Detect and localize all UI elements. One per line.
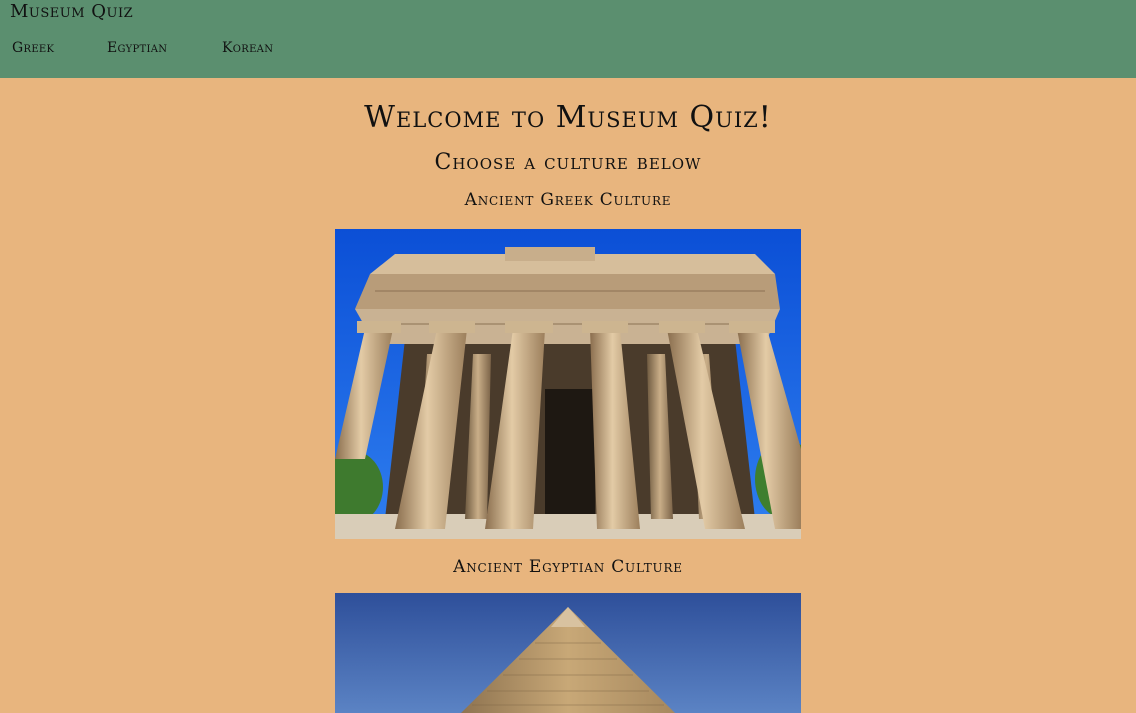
egyptian-section-heading: Ancient Egyptian Culture [453, 557, 683, 577]
page-title: Welcome to Museum Quiz! [364, 100, 772, 135]
nav-item-greek[interactable]: Greek [12, 38, 107, 58]
nav-item-egyptian[interactable]: Egyptian [107, 38, 222, 58]
page-subtitle: Choose a culture below [434, 150, 702, 175]
greek-temple-image[interactable] [335, 229, 801, 539]
nav-item-korean[interactable]: Korean [222, 38, 302, 58]
site-header: Museum Quiz Greek Egyptian Korean [0, 0, 1136, 78]
main-nav: Greek Egyptian Korean [12, 38, 302, 58]
greek-section-heading: Ancient Greek Culture [464, 190, 672, 210]
site-title[interactable]: Museum Quiz [10, 0, 133, 24]
egyptian-pyramid-image[interactable] [335, 593, 801, 713]
